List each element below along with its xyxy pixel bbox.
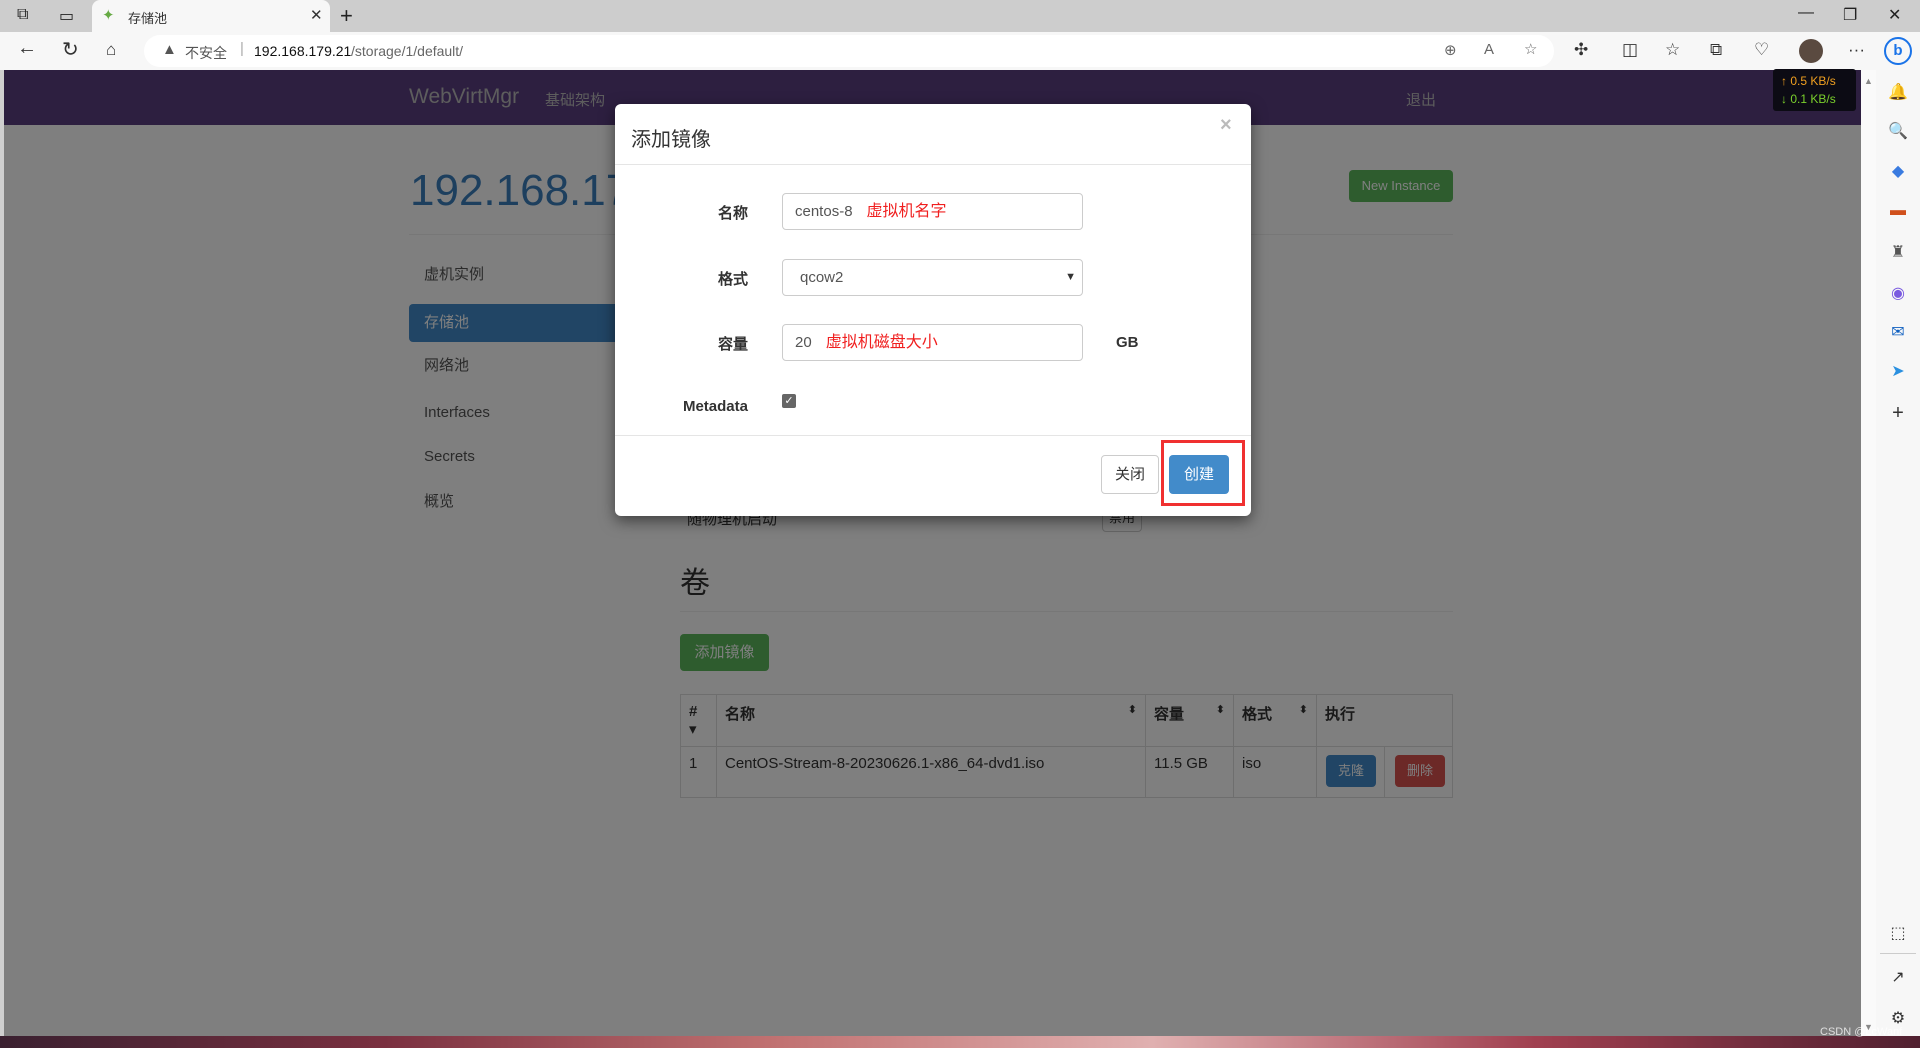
favicon-icon: ✦: [102, 7, 115, 24]
zoom-icon[interactable]: ⊕: [1444, 41, 1457, 59]
refresh-icon[interactable]: ↻: [62, 37, 79, 62]
notification-bell-icon[interactable]: 🔔: [1886, 82, 1910, 102]
capacity-label: 容量: [717, 336, 748, 353]
capacity-value: 20: [795, 334, 812, 351]
office-icon[interactable]: ◉: [1886, 283, 1910, 303]
collections-icon[interactable]: ⧉: [1710, 40, 1722, 60]
divider: [1880, 953, 1916, 954]
split-screen-icon[interactable]: ◫: [1622, 40, 1638, 60]
modal-title: 添加镜像: [631, 129, 711, 151]
not-secure-label[interactable]: 不安全: [185, 43, 227, 63]
format-select[interactable]: qcow2 ▼: [782, 259, 1083, 296]
tab-title: 存储池: [128, 11, 168, 26]
tab-storage[interactable]: ✦ 存储池 ✕: [92, 0, 330, 32]
divider: [615, 435, 1251, 436]
url-host: 192.168.179.21: [254, 43, 352, 59]
close-window-icon[interactable]: ✕: [1888, 5, 1901, 25]
scrollbar[interactable]: ▲ ▼: [1861, 70, 1876, 1036]
metadata-checkbox[interactable]: ✓: [782, 394, 796, 408]
home-icon[interactable]: ⌂: [106, 40, 116, 60]
add-icon[interactable]: +: [1886, 402, 1910, 425]
taskbar-wallpaper-strip: [0, 1036, 1920, 1048]
chevron-down-icon: ▼: [1065, 271, 1076, 283]
restore-icon[interactable]: ❐: [1843, 5, 1857, 25]
name-value: centos-8: [795, 203, 853, 220]
minimize-icon[interactable]: —: [1798, 4, 1814, 22]
new-tab-icon[interactable]: +: [340, 3, 353, 29]
back-icon[interactable]: ←: [17, 37, 37, 60]
tab-strip: ⧉ ▭ ✦ 存储池 ✕ + — ❐ ✕: [0, 0, 1920, 32]
metadata-label: Metadata: [682, 398, 748, 415]
close-tab-icon[interactable]: ✕: [310, 6, 323, 24]
games-icon[interactable]: ♜: [1886, 242, 1910, 262]
capacity-unit: GB: [1116, 334, 1139, 351]
modal-close-icon[interactable]: ×: [1220, 114, 1232, 137]
tools-icon[interactable]: ▬: [1886, 202, 1910, 220]
close-button[interactable]: 关闭: [1101, 455, 1159, 494]
address-bar[interactable]: ▲ 不安全 | 192.168.179.21 /storage/1/defaul…: [144, 35, 1554, 67]
download-speed: ↓ 0.1 KB/s: [1781, 92, 1836, 106]
profile-avatar[interactable]: [1799, 39, 1823, 63]
more-icon[interactable]: ···: [1848, 40, 1865, 60]
favorite-star-icon[interactable]: ☆: [1524, 40, 1537, 58]
name-label: 名称: [717, 205, 748, 222]
search-icon[interactable]: 🔍: [1886, 121, 1910, 141]
extensions-icon[interactable]: ✣: [1574, 40, 1588, 60]
workspaces-icon[interactable]: ⧉: [17, 6, 28, 24]
bing-icon[interactable]: b: [1884, 37, 1912, 65]
capacity-input[interactable]: 20 虚拟机磁盘大小: [782, 324, 1083, 361]
net-speed-widget: ↑ 0.5 KB/s ↓ 0.1 KB/s: [1773, 69, 1856, 111]
drop-icon[interactable]: ➤: [1886, 361, 1910, 381]
browser-essentials-icon[interactable]: ♡: [1754, 40, 1769, 60]
divider: [615, 164, 1251, 165]
divider: |: [240, 40, 244, 57]
screenshot-icon[interactable]: ⬚: [1886, 923, 1910, 943]
add-image-modal: 添加镜像 × 名称 centos-8 虚拟机名字 格式 qcow2 ▼ 容量 20 虚…: [615, 104, 1251, 516]
name-input[interactable]: centos-8 虚拟机名字: [782, 193, 1083, 230]
open-external-icon[interactable]: ↗: [1886, 967, 1910, 987]
outlook-icon[interactable]: ✉: [1886, 322, 1910, 342]
format-label: 格式: [717, 271, 748, 288]
url-path: /storage/1/default/: [351, 43, 464, 59]
format-value: qcow2: [800, 269, 844, 286]
favorites-icon[interactable]: ☆: [1665, 40, 1680, 60]
scroll-up-icon[interactable]: ▲: [1864, 76, 1873, 86]
highlight-annotation-box: [1161, 440, 1245, 506]
name-annotation: 虚拟机名字: [866, 203, 947, 220]
capacity-annotation: 虚拟机磁盘大小: [825, 334, 938, 351]
warning-icon: ▲: [162, 41, 177, 58]
shopping-tag-icon[interactable]: ◆: [1886, 161, 1910, 181]
upload-speed: ↑ 0.5 KB/s: [1781, 74, 1836, 88]
watermark: CSDN @LcWanf: [1820, 1026, 1903, 1038]
read-aloud-icon[interactable]: A: [1484, 41, 1494, 58]
settings-gear-icon[interactable]: ⚙: [1886, 1008, 1910, 1028]
vertical-tabs-icon[interactable]: ▭: [59, 6, 74, 26]
